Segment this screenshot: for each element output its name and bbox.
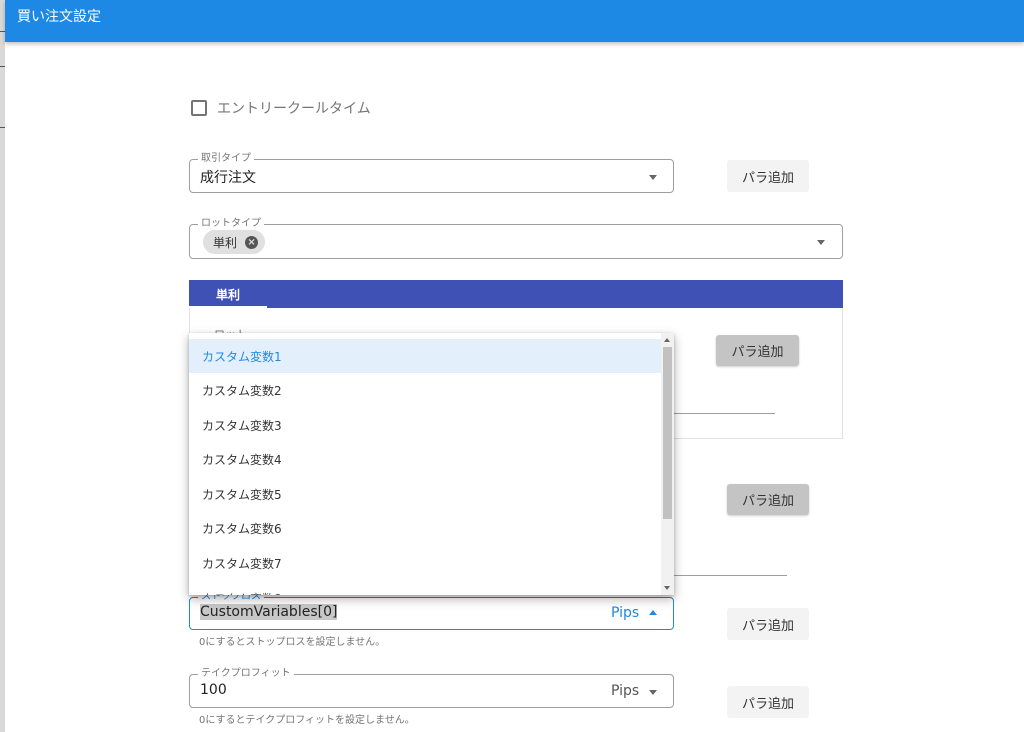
take-profit-legend: テイクプロフィット bbox=[198, 667, 294, 681]
dialog-title: 買い注文設定 bbox=[17, 9, 101, 25]
scroll-down-icon[interactable] bbox=[664, 586, 670, 590]
take-profit-add-param-button[interactable]: パラ追加 bbox=[727, 686, 809, 718]
take-profit-input[interactable]: 100 bbox=[200, 682, 227, 698]
dropdown-item[interactable]: カスタム変数6 bbox=[189, 511, 661, 545]
order-type-select[interactable]: 取引タイプ 成行注文 bbox=[189, 152, 674, 193]
stop-loss-add-param-button[interactable]: パラ追加 bbox=[727, 608, 809, 640]
stop-loss-unit: Pips bbox=[611, 605, 640, 621]
edge-tick bbox=[0, 127, 5, 128]
stop-loss-value: CustomVariables[0] bbox=[200, 604, 338, 620]
chevron-down-icon[interactable] bbox=[649, 690, 657, 695]
order-type-add-param-button[interactable]: パラ追加 bbox=[727, 160, 809, 192]
lot-type-select[interactable]: ロットタイプ 単利 × bbox=[189, 217, 843, 259]
entry-cooltime-label: エントリークールタイム bbox=[217, 101, 371, 117]
mid-field-underline bbox=[672, 575, 787, 576]
dropdown-item[interactable]: カスタム変数7 bbox=[189, 546, 661, 580]
custom-variable-dropdown: カスタム変数1 カスタム変数2 カスタム変数3 カスタム変数4 カスタム変数5 … bbox=[189, 333, 674, 595]
lot-type-chip-label: 単利 bbox=[213, 235, 238, 250]
dropdown-item[interactable]: カスタム変数1 bbox=[189, 339, 661, 373]
stop-loss-hint: 0にするとストップロスを設定しません。 bbox=[199, 637, 386, 648]
chevron-down-icon[interactable] bbox=[649, 175, 657, 180]
entry-cooltime-row[interactable]: エントリークールタイム bbox=[191, 98, 371, 118]
dropdown-scrollbar[interactable] bbox=[661, 333, 674, 595]
lot-type-legend: ロットタイプ bbox=[198, 217, 264, 231]
dropdown-item[interactable]: カスタム変数8 bbox=[189, 581, 661, 596]
take-profit-field[interactable]: テイクプロフィット 100 Pips bbox=[189, 667, 674, 708]
stop-loss-input[interactable]: CustomVariables[0] bbox=[200, 604, 338, 620]
chevron-down-icon[interactable] bbox=[817, 240, 825, 245]
dropdown-item[interactable]: カスタム変数5 bbox=[189, 477, 661, 511]
order-type-value: 成行注文 bbox=[200, 170, 256, 186]
stop-loss-field[interactable]: ストップロス CustomVariables[0] Pips bbox=[189, 590, 674, 630]
entry-cooltime-checkbox[interactable] bbox=[191, 100, 207, 116]
window-left-edge bbox=[0, 0, 5, 732]
take-profit-hint: 0にするとテイクプロフィットを設定しません。 bbox=[199, 715, 415, 726]
chevron-up-icon[interactable] bbox=[649, 610, 657, 615]
scroll-thumb[interactable] bbox=[663, 347, 672, 519]
dropdown-item[interactable]: カスタム変数3 bbox=[189, 408, 661, 442]
tab-label: 単利 bbox=[215, 287, 240, 302]
lot-add-param-button[interactable]: パラ追加 bbox=[716, 335, 799, 366]
close-icon[interactable]: × bbox=[245, 235, 259, 249]
mid-add-param-button[interactable]: パラ追加 bbox=[727, 484, 809, 515]
dialog-header: 買い注文設定 bbox=[5, 0, 1024, 42]
order-type-legend: 取引タイプ bbox=[198, 152, 254, 166]
edge-tick bbox=[0, 66, 5, 67]
scroll-up-icon[interactable] bbox=[664, 338, 670, 342]
dropdown-item[interactable]: カスタム変数4 bbox=[189, 442, 661, 476]
lot-type-chip[interactable]: 単利 × bbox=[203, 230, 265, 254]
dropdown-item[interactable]: カスタム変数2 bbox=[189, 373, 661, 407]
take-profit-unit: Pips bbox=[611, 683, 640, 699]
tab-simple-interest[interactable]: 単利 bbox=[189, 280, 267, 308]
lot-tab-bar: 単利 bbox=[189, 280, 843, 308]
